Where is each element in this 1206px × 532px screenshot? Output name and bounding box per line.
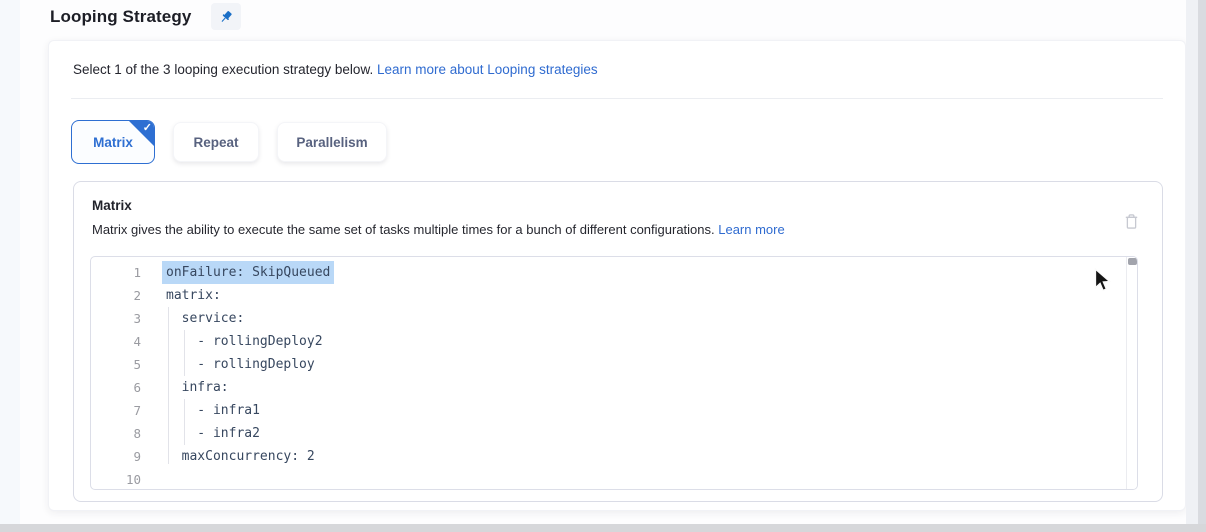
pin-button[interactable]: [211, 3, 241, 30]
code-line-text: onFailure: SkipQueued: [162, 261, 334, 284]
line-number: 10: [91, 468, 141, 490]
matrix-panel: Matrix Matrix gives the ability to execu…: [73, 181, 1163, 502]
intro-sentence: Select 1 of the 3 looping execution stra…: [73, 62, 377, 77]
line-number: 8: [91, 422, 141, 445]
indent-guide: [168, 307, 169, 464]
tab-repeat[interactable]: Repeat: [173, 122, 259, 162]
code-line-text: - rollingDeploy: [166, 353, 315, 376]
tab-parallelism[interactable]: Parallelism: [277, 122, 387, 162]
editor-scrollbar-thumb[interactable]: [1128, 258, 1137, 265]
code-line[interactable]: 7 - infra1: [91, 399, 1126, 422]
learn-more-strategies-link[interactable]: Learn more about Looping strategies: [377, 62, 598, 77]
section-divider: [71, 98, 1163, 99]
yaml-code-editor[interactable]: 1 onFailure: SkipQueued 2 matrix: 3 serv…: [90, 256, 1138, 490]
code-line-text: infra:: [166, 376, 229, 399]
code-line[interactable]: 10: [91, 468, 1126, 490]
page-scrollbar[interactable]: [1198, 0, 1206, 532]
line-number: 4: [91, 330, 141, 353]
tab-matrix[interactable]: Matrix ✓: [71, 120, 155, 164]
line-number: 3: [91, 307, 141, 330]
looping-strategy-card: Select 1 of the 3 looping execution stra…: [48, 40, 1186, 511]
code-line-text: - infra2: [166, 422, 260, 445]
page-scrollbar-gutter: [1186, 0, 1198, 532]
code-line[interactable]: 3 service:: [91, 307, 1126, 330]
code-line[interactable]: 1 onFailure: SkipQueued: [91, 261, 1126, 284]
code-line[interactable]: 5 - rollingDeploy: [91, 353, 1126, 376]
checkmark-icon: ✓: [143, 121, 152, 134]
tab-parallelism-label: Parallelism: [296, 135, 367, 150]
matrix-panel-title: Matrix: [92, 198, 132, 213]
line-number: 5: [91, 353, 141, 376]
matrix-description-text: Matrix gives the ability to execute the …: [92, 222, 718, 237]
tab-matrix-label: Matrix: [93, 135, 133, 150]
looping-strategy-screen: Looping Strategy Select 1 of the 3 loopi…: [0, 0, 1206, 532]
code-line-text: - rollingDeploy2: [166, 330, 323, 353]
window-bottom-edge: [0, 524, 1206, 532]
tab-repeat-label: Repeat: [193, 135, 238, 150]
page-title: Looping Strategy: [50, 7, 191, 27]
line-number: 9: [91, 445, 141, 468]
code-line[interactable]: 4 - rollingDeploy2: [91, 330, 1126, 353]
indent-guide: [184, 330, 185, 376]
code-line[interactable]: 9 maxConcurrency: 2: [91, 445, 1126, 468]
indent-guide: [184, 399, 185, 445]
delete-strategy-button[interactable]: [1120, 210, 1142, 232]
line-number: 7: [91, 399, 141, 422]
learn-more-matrix-link[interactable]: Learn more: [718, 222, 784, 237]
trash-icon: [1124, 213, 1139, 230]
code-line[interactable]: 6 infra:: [91, 376, 1126, 399]
matrix-panel-description: Matrix gives the ability to execute the …: [92, 222, 785, 237]
code-line-text: service:: [166, 307, 244, 330]
line-number: 1: [91, 261, 141, 284]
line-number: 2: [91, 284, 141, 307]
code-line-text: maxConcurrency: 2: [166, 445, 315, 468]
code-lines: 1 onFailure: SkipQueued 2 matrix: 3 serv…: [91, 261, 1126, 490]
pushpin-icon: [218, 9, 234, 25]
code-line-text: - infra1: [166, 399, 260, 422]
code-line-text: matrix:: [166, 284, 221, 307]
page-left-gutter: [0, 0, 20, 532]
code-line[interactable]: 2 matrix:: [91, 284, 1126, 307]
intro-text: Select 1 of the 3 looping execution stra…: [73, 62, 598, 77]
line-number: 6: [91, 376, 141, 399]
editor-scrollbar-track[interactable]: [1126, 257, 1137, 489]
code-line[interactable]: 8 - infra2: [91, 422, 1126, 445]
